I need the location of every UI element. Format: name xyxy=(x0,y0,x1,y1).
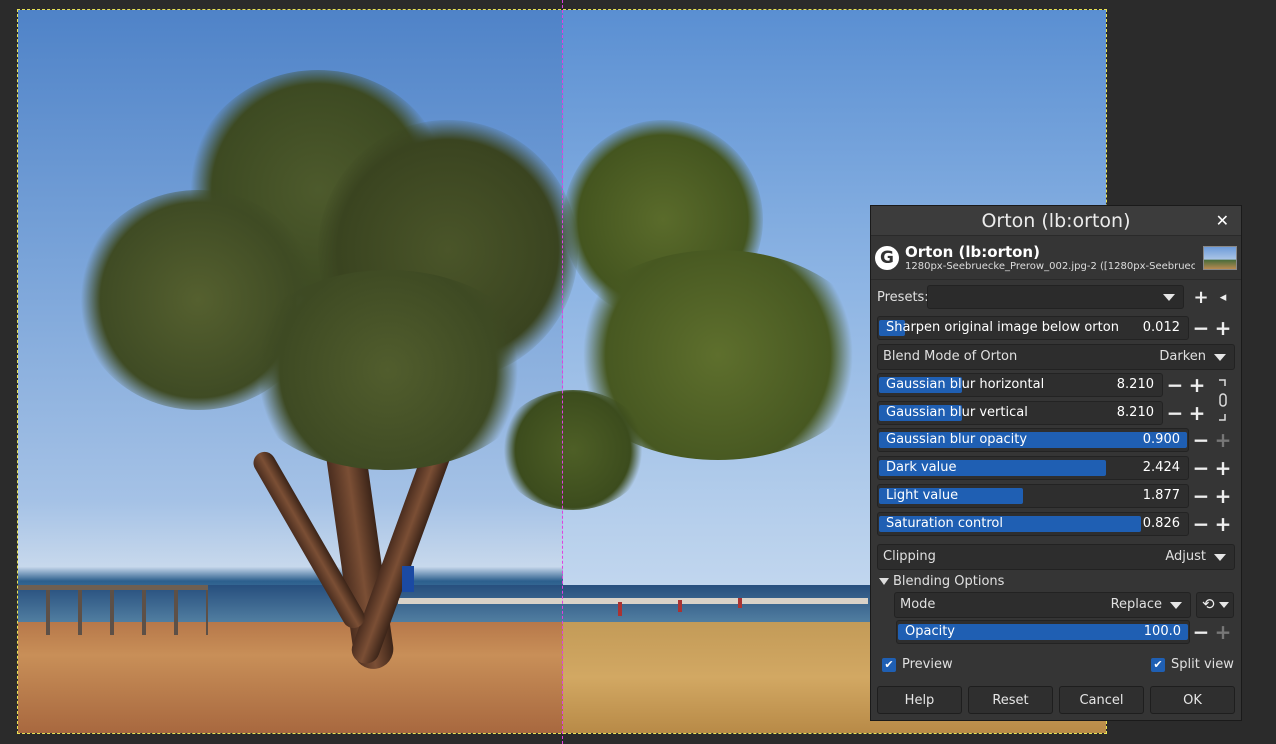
gimp-logo-icon: G xyxy=(875,245,899,270)
minus-icon[interactable]: − xyxy=(1191,484,1211,508)
blending-options-title: Blending Options xyxy=(893,574,1005,589)
pier-post xyxy=(678,600,682,612)
preset-menu-icon[interactable]: ◂ xyxy=(1213,286,1233,308)
slider-label: Sharpen original image below orton xyxy=(886,320,1119,335)
preview-checkbox[interactable]: ✔ Preview xyxy=(882,657,953,672)
pier xyxy=(398,598,868,604)
plus-icon[interactable]: + xyxy=(1213,512,1233,536)
help-button[interactable]: Help xyxy=(877,686,962,714)
blue-cabin xyxy=(402,566,414,592)
orton-dialog: Orton (lb:orton) ✕ G Orton (lb:orton) 12… xyxy=(870,205,1242,721)
blur-vertical-slider[interactable]: Gaussian blur vertical 8.210 xyxy=(877,401,1163,425)
close-icon[interactable]: ✕ xyxy=(1216,211,1229,230)
minus-icon[interactable]: − xyxy=(1165,401,1185,425)
blur-horizontal-slider[interactable]: Gaussian blur horizontal 8.210 xyxy=(877,373,1163,397)
chevron-down-icon xyxy=(1163,294,1175,301)
slider-value: 0.900 xyxy=(1142,432,1180,447)
plus-icon[interactable]: + xyxy=(1213,620,1233,644)
reset-arrow-icon: ⟲ xyxy=(1202,595,1215,613)
checkmark-icon: ✔ xyxy=(1151,657,1165,672)
slider-label: Gaussian blur opacity xyxy=(886,432,1028,447)
slider-value: 100.0 xyxy=(1143,624,1181,639)
presets-label: Presets: xyxy=(877,289,929,305)
chevron-down-icon xyxy=(1214,554,1226,561)
slider-label: Gaussian blur horizontal xyxy=(886,377,1045,392)
image-name: 1280px-Seebruecke_Prerow_002.jpg-2 ([128… xyxy=(905,261,1195,272)
split-view-checkbox[interactable]: ✔ Split view xyxy=(1151,657,1234,672)
slider-value: 8.210 xyxy=(1116,377,1154,392)
chevron-down-icon xyxy=(1170,602,1182,609)
minus-icon[interactable]: − xyxy=(1191,316,1211,340)
filter-name: Orton (lb:orton) xyxy=(905,243,1040,261)
slider-label: Light value xyxy=(886,488,959,503)
tree-foliage xyxy=(238,270,538,470)
slider-label: Gaussian blur vertical xyxy=(886,405,1028,420)
plus-icon[interactable]: + xyxy=(1213,428,1233,452)
pier-post xyxy=(738,598,742,608)
blur-opacity-slider[interactable]: Gaussian blur opacity 0.900 xyxy=(877,428,1189,452)
slider-label: Dark value xyxy=(886,460,957,475)
chevron-down-icon xyxy=(1219,602,1229,608)
pier-post xyxy=(618,602,622,616)
fence xyxy=(18,585,208,635)
image-thumbnail xyxy=(1203,245,1237,270)
slider-label: Opacity xyxy=(905,624,956,639)
checkmark-icon: ✔ xyxy=(882,657,896,672)
slider-value: 8.210 xyxy=(1116,405,1154,420)
slider-label: Saturation control xyxy=(886,516,1003,531)
slider-value: 2.424 xyxy=(1142,460,1180,475)
plus-icon[interactable]: + xyxy=(1213,484,1233,508)
cancel-button[interactable]: Cancel xyxy=(1059,686,1144,714)
plus-icon[interactable]: + xyxy=(1187,401,1207,425)
blend-mode-combo[interactable]: Blend Mode of Orton Darken xyxy=(877,344,1235,370)
ok-button[interactable]: OK xyxy=(1150,686,1235,714)
split-view-label: Split view xyxy=(1171,657,1234,672)
opacity-slider[interactable]: Opacity 100.0 xyxy=(896,620,1190,644)
dialog-header: G Orton (lb:orton) 1280px-Seebruecke_Pre… xyxy=(871,236,1241,280)
blend-mode-label: Blend Mode of Orton xyxy=(883,349,1018,364)
preview-label: Preview xyxy=(902,657,953,672)
minus-icon[interactable]: − xyxy=(1191,620,1211,644)
saturation-slider[interactable]: Saturation control 0.826 xyxy=(877,512,1189,536)
mode-label: Mode xyxy=(900,597,936,612)
minus-icon[interactable]: − xyxy=(1191,456,1211,480)
mode-value: Replace xyxy=(1110,597,1162,612)
dialog-titlebar[interactable]: Orton (lb:orton) ✕ xyxy=(871,206,1241,236)
chevron-down-icon xyxy=(1214,354,1226,361)
sharpen-slider[interactable]: Sharpen original image below orton 0.012 xyxy=(877,316,1189,340)
dark-value-slider[interactable]: Dark value 2.424 xyxy=(877,456,1189,480)
plus-icon[interactable]: + xyxy=(1191,286,1211,308)
slider-value: 0.012 xyxy=(1142,320,1180,335)
blending-options-expander[interactable]: Blending Options xyxy=(879,574,1004,589)
blend-mode-value: Darken xyxy=(1159,349,1206,364)
tree-foliage xyxy=(498,390,648,510)
blend-mode-select[interactable]: Mode Replace xyxy=(894,592,1191,618)
dialog-title: Orton (lb:orton) xyxy=(981,209,1131,232)
light-value-slider[interactable]: Light value 1.877 xyxy=(877,484,1189,508)
plus-icon[interactable]: + xyxy=(1213,316,1233,340)
reset-button[interactable]: Reset xyxy=(968,686,1053,714)
slider-value: 1.877 xyxy=(1142,488,1180,503)
clipping-combo[interactable]: Clipping Adjust xyxy=(877,544,1235,570)
clipping-value: Adjust xyxy=(1165,549,1206,564)
minus-icon[interactable]: − xyxy=(1165,373,1185,397)
presets-combo[interactable] xyxy=(927,285,1184,309)
reset-mode-button[interactable]: ⟲ xyxy=(1196,592,1234,618)
presets-row: Presets: + ◂ xyxy=(877,285,1237,309)
slider-value: 0.826 xyxy=(1142,516,1180,531)
triangle-down-icon xyxy=(879,578,889,585)
plus-icon[interactable]: + xyxy=(1213,456,1233,480)
chain-link-icon[interactable] xyxy=(1217,378,1229,422)
clipping-label: Clipping xyxy=(883,549,936,564)
minus-icon[interactable]: − xyxy=(1191,428,1211,452)
minus-icon[interactable]: − xyxy=(1191,512,1211,536)
plus-icon[interactable]: + xyxy=(1187,373,1207,397)
